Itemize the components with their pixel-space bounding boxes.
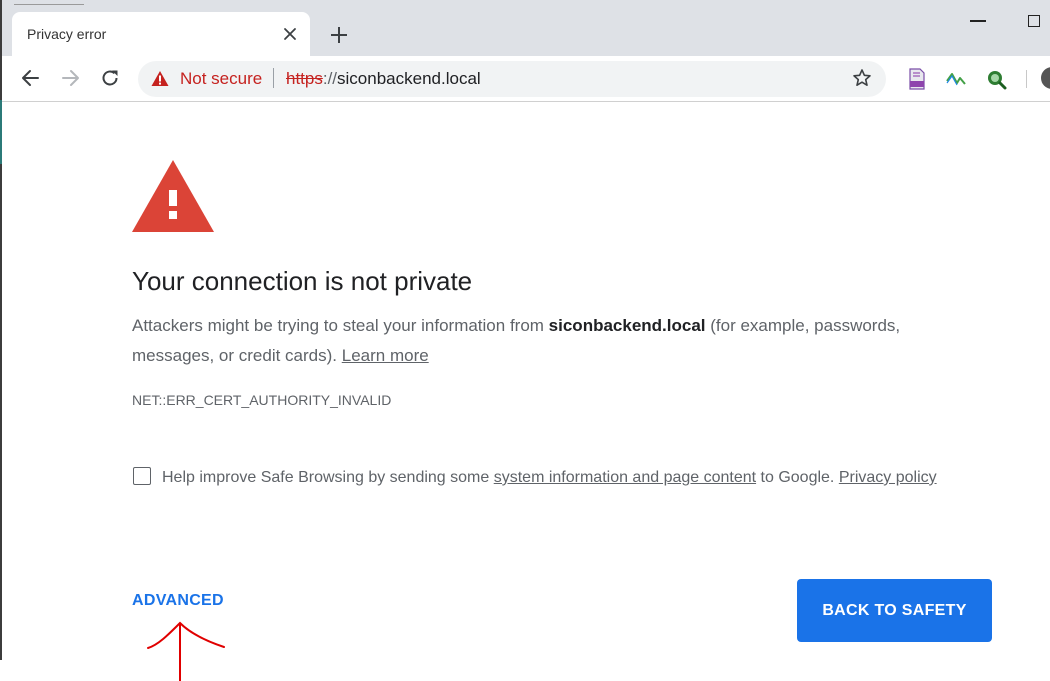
safe-browsing-text-middle: to Google. — [756, 469, 839, 486]
pdf-extension-icon[interactable] — [906, 68, 928, 90]
safe-browsing-text-before: Help improve Safe Browsing by sending so… — [162, 469, 494, 486]
url-scheme: https — [286, 69, 323, 88]
minimize-icon[interactable] — [970, 20, 986, 22]
url-separator: :// — [322, 69, 338, 88]
new-tab-icon[interactable] — [329, 25, 349, 45]
page-title: Your connection is not private — [132, 266, 473, 296]
safe-browsing-label: Help improve Safe Browsing by sending so… — [162, 469, 937, 487]
security-status[interactable]: Not secure — [180, 69, 262, 89]
annotation-arrow — [147, 621, 225, 681]
safe-browsing-checkbox[interactable] — [133, 467, 151, 485]
warning-triangle-icon — [132, 160, 214, 232]
pulse-extension-icon[interactable] — [945, 68, 967, 90]
url-text[interactable]: https://siconbackend.local — [286, 69, 481, 89]
window-edge-artifact — [14, 0, 84, 5]
url-host: siconbackend.local — [337, 69, 481, 88]
error-code: NET::ERR_CERT_AUTHORITY_INVALID — [132, 392, 392, 408]
site-hostname: siconbackend.local — [548, 316, 706, 335]
learn-more-link[interactable]: Learn more — [342, 346, 429, 365]
window-left-border — [0, 0, 2, 660]
reload-icon[interactable] — [99, 67, 121, 89]
system-info-link[interactable]: system information and page content — [494, 469, 756, 486]
maximize-icon[interactable] — [1028, 15, 1040, 27]
back-to-safety-button[interactable]: BACK TO SAFETY — [797, 579, 992, 642]
search-extension-icon[interactable] — [985, 68, 1007, 90]
window-left-accent — [0, 100, 2, 164]
privacy-policy-link[interactable]: Privacy policy — [839, 469, 937, 486]
forward-arrow-icon[interactable] — [59, 67, 81, 89]
close-icon[interactable] — [282, 26, 298, 42]
explanation-text-before: Attackers might be trying to steal your … — [132, 316, 549, 335]
back-arrow-icon[interactable] — [20, 67, 42, 89]
bookmark-star-icon[interactable] — [852, 68, 872, 88]
toolbar-divider — [1026, 70, 1027, 88]
error-explanation: Attackers might be trying to steal your … — [132, 311, 962, 371]
advanced-button[interactable]: ADVANCED — [132, 592, 224, 610]
tab-title: Privacy error — [27, 26, 107, 42]
tab-privacy-error[interactable]: Privacy error — [12, 12, 310, 56]
warning-icon[interactable] — [151, 70, 169, 87]
omnibox-divider — [273, 68, 274, 88]
